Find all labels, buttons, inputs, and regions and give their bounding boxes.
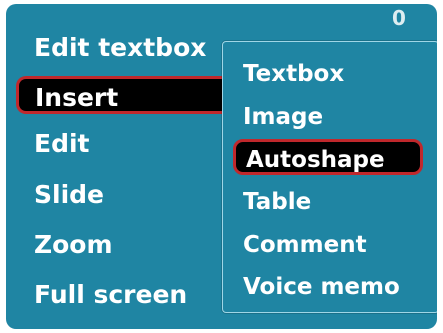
status-indicator: 0 xyxy=(392,6,406,30)
submenu-item-voice-memo[interactable]: Voice memo xyxy=(243,269,400,305)
menu-item-edit-textbox[interactable]: Edit textbox xyxy=(34,29,206,67)
menu-item-zoom[interactable]: Zoom xyxy=(34,226,113,264)
submenu-item-textbox[interactable]: Textbox xyxy=(243,56,344,92)
insert-submenu: Textbox Image Autoshape Table Comment Vo… xyxy=(222,41,437,313)
menu-item-slide[interactable]: Slide xyxy=(34,176,104,214)
menu-item-full-screen[interactable]: Full screen xyxy=(34,276,187,314)
submenu-item-autoshape[interactable]: Autoshape xyxy=(233,139,423,175)
submenu-item-table[interactable]: Table xyxy=(243,184,311,220)
main-menu: Edit textbox Insert Edit Slide Zoom Full… xyxy=(6,4,228,329)
options-menu-screen: 0 Edit textbox Insert Edit Slide Zoom Fu… xyxy=(6,4,437,329)
menu-item-insert[interactable]: Insert xyxy=(16,76,228,114)
submenu-item-image[interactable]: Image xyxy=(243,99,323,135)
submenu-item-comment[interactable]: Comment xyxy=(243,227,367,263)
menu-item-edit[interactable]: Edit xyxy=(34,125,90,163)
